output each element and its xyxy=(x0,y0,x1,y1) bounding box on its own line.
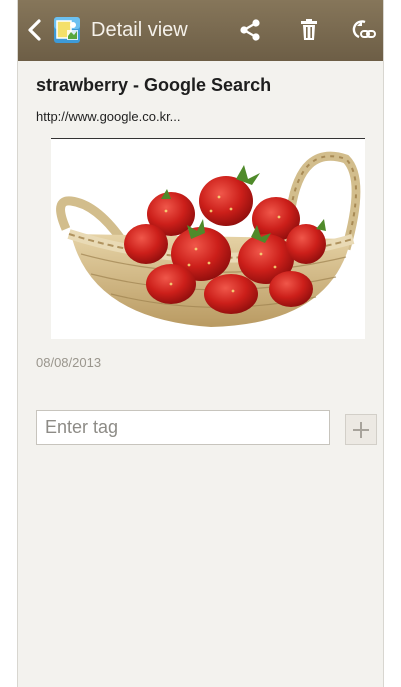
screen-frame: Detail view strawberry - Google Search h… xyxy=(17,0,384,687)
trash-icon xyxy=(301,19,317,40)
link-icon xyxy=(352,20,376,39)
action-bar: Detail view xyxy=(18,0,383,61)
add-tag-button[interactable] xyxy=(345,414,377,445)
back-button[interactable] xyxy=(26,18,44,42)
screen-title: Detail view xyxy=(91,19,188,41)
page-thumbnail[interactable] xyxy=(51,138,365,339)
tag-input[interactable] xyxy=(36,410,330,445)
share-button[interactable] xyxy=(234,14,266,46)
open-link-button[interactable] xyxy=(348,14,380,46)
plus-icon xyxy=(353,421,369,438)
scrapbook-app-icon xyxy=(53,16,81,44)
back-arrow-icon xyxy=(28,19,41,41)
detail-content: strawberry - Google Search http://www.go… xyxy=(18,61,383,687)
share-icon xyxy=(240,19,260,41)
page-url[interactable]: http://www.google.co.kr... xyxy=(36,109,181,124)
delete-button[interactable] xyxy=(293,14,325,46)
saved-date: 08/08/2013 xyxy=(36,355,102,370)
strawberry-basket-image xyxy=(56,151,361,327)
page-title: strawberry - Google Search xyxy=(36,75,272,95)
